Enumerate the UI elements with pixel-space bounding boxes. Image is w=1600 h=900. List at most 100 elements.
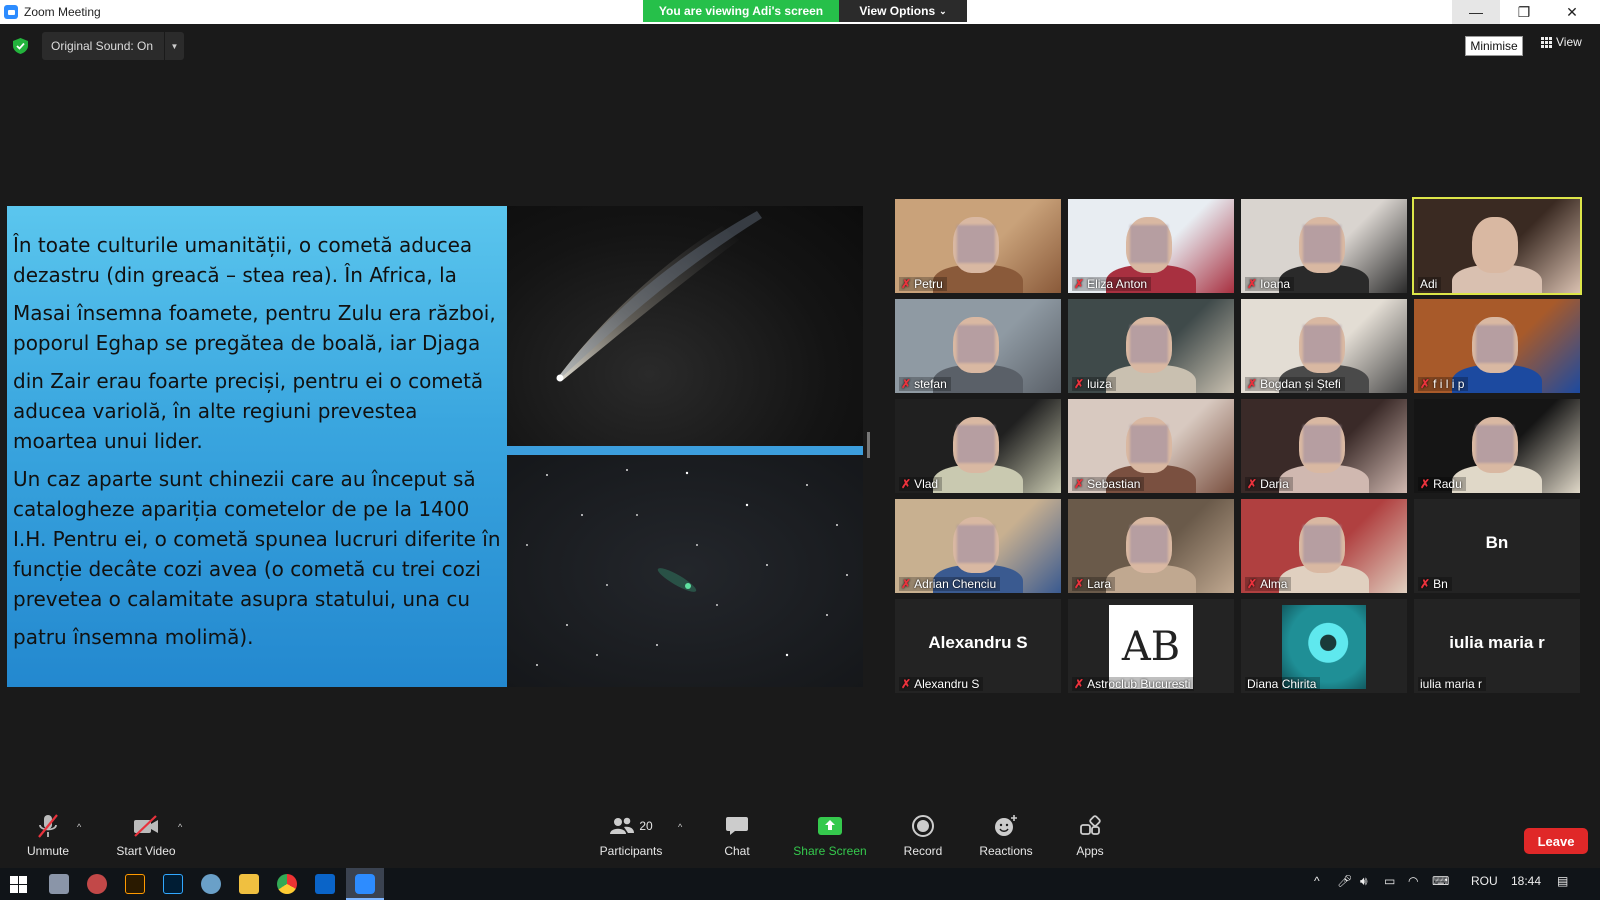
leave-button[interactable]: Leave: [1524, 828, 1588, 854]
photoshop-taskbar-icon[interactable]: [163, 874, 183, 894]
view-options-button[interactable]: View Options ⌄: [839, 0, 967, 22]
window-minimize-button[interactable]: —: [1452, 0, 1500, 24]
privacy-blur: [1303, 225, 1341, 263]
reactions-button[interactable]: Reactions: [976, 812, 1036, 868]
calculator-taskbar-icon[interactable]: [49, 874, 69, 894]
participant-name: Adrian Chenciu: [914, 577, 997, 591]
volume-icon[interactable]: 🔊︎: [1360, 874, 1368, 889]
slide-paragraph: patru însemna molimă).: [13, 625, 254, 649]
participant-face: [1472, 217, 1518, 273]
zoom-taskbar-button[interactable]: [346, 868, 384, 900]
participant-name: Vlad: [914, 477, 939, 491]
participant-name: stefan: [914, 377, 947, 391]
privacy-blur: [1303, 325, 1341, 363]
muted-mic-icon: ✗: [1074, 377, 1085, 391]
muted-mic-icon: ✗: [1074, 577, 1085, 591]
participant-tile[interactable]: Adi: [1412, 197, 1582, 295]
participant-name: Daria: [1260, 477, 1289, 491]
participant-name-label: ✗ Vlad: [899, 477, 943, 491]
participant-tile[interactable]: Bn ✗ Bn: [1414, 499, 1580, 593]
chat-button[interactable]: Chat: [717, 812, 757, 868]
notifications-icon[interactable]: ▤: [1557, 874, 1568, 888]
muted-mic-icon: ✗: [1074, 477, 1085, 491]
participant-name-label: ✗ Sebastian: [1072, 477, 1145, 491]
participant-tile[interactable]: ✗ Eliza Anton: [1068, 199, 1234, 293]
participant-tile[interactable]: ✗ Adrian Chenciu: [895, 499, 1061, 593]
privacy-blur: [957, 425, 995, 463]
zoom-taskbar-icon: [355, 874, 375, 894]
slide-paragraph: Un caz aparte sunt chinezii care au înce…: [13, 467, 501, 611]
wifi-icon[interactable]: ◠: [1408, 874, 1418, 888]
chevron-up-icon[interactable]: ^: [1314, 874, 1320, 888]
chrome-taskbar-icon[interactable]: [277, 874, 297, 894]
participant-display-name: iulia maria r: [1449, 633, 1545, 652]
slide-paragraph: În toate culturile umanității, o cometă …: [13, 233, 473, 287]
participant-tile[interactable]: ✗ Petru: [895, 199, 1061, 293]
participant-name-label: ✗ Alma: [1245, 577, 1292, 591]
apps-label: Apps: [1076, 844, 1104, 858]
participant-tile[interactable]: ✗ f i l i p: [1414, 299, 1580, 393]
microphone-tray-icon[interactable]: 🎤︎: [1337, 874, 1352, 888]
keyboard-icon[interactable]: ⌨: [1432, 874, 1449, 888]
participant-tile[interactable]: ✗ Ioana: [1241, 199, 1407, 293]
illustrator-taskbar-icon[interactable]: [125, 874, 145, 894]
privacy-blur: [957, 525, 995, 563]
participant-tile[interactable]: Alexandru S ✗ Alexandru S: [895, 599, 1061, 693]
participants-options-caret[interactable]: ^: [678, 822, 682, 832]
participant-name-label: ✗ Petru: [899, 277, 947, 291]
participant-tile[interactable]: ✗ stefan: [895, 299, 1061, 393]
participant-tile[interactable]: ✗ Daria: [1241, 399, 1407, 493]
muted-mic-icon: ✗: [1420, 477, 1431, 491]
clock[interactable]: 18:44: [1511, 874, 1541, 888]
participant-tile[interactable]: ✗ Radu: [1414, 399, 1580, 493]
participant-tile[interactable]: AB ✗ Astroclub Bucuresti: [1068, 599, 1234, 693]
paint-taskbar-icon[interactable]: [201, 874, 221, 894]
language-indicator[interactable]: ROU: [1471, 874, 1498, 888]
slide-paragraph: din Zair erau foarte preciși, pentru ei …: [13, 369, 484, 453]
window-restore-button[interactable]: ❐: [1500, 0, 1548, 24]
unmute-button[interactable]: Unmute: [22, 812, 74, 868]
participant-tile[interactable]: ✗ Bogdan și Ștefi: [1241, 299, 1407, 393]
app-taskbar-icon[interactable]: [87, 874, 107, 894]
share-screen-label: Share Screen: [793, 844, 867, 858]
participant-tile[interactable]: iulia maria r iulia maria r: [1414, 599, 1580, 693]
participant-tile[interactable]: ✗ Alma: [1241, 499, 1407, 593]
participant-tile[interactable]: ✗ luiza: [1068, 299, 1234, 393]
participant-name: Adi: [1420, 277, 1438, 291]
record-button[interactable]: Record: [900, 812, 946, 868]
chevron-down-icon[interactable]: ▼: [164, 32, 184, 60]
minimise-button[interactable]: Minimise: [1465, 36, 1523, 56]
original-sound-toggle[interactable]: Original Sound: On ▼: [42, 32, 184, 60]
participant-tile[interactable]: ✗ Sebastian: [1068, 399, 1234, 493]
window-close-button[interactable]: ✕: [1548, 0, 1596, 24]
participant-tile[interactable]: Diana Chirita: [1241, 599, 1407, 693]
unmute-label: Unmute: [26, 844, 70, 858]
slide-text: În toate culturile umanității, o cometă …: [13, 230, 507, 660]
participant-display-name: Bn: [1485, 533, 1509, 552]
encryption-shield-icon[interactable]: [13, 38, 28, 54]
participant-tile[interactable]: ✗ Lara: [1068, 499, 1234, 593]
windows-start-icon[interactable]: [10, 876, 27, 893]
start-video-button[interactable]: Start Video: [108, 812, 184, 868]
share-screen-button[interactable]: Share Screen: [789, 812, 871, 868]
window-title: Zoom Meeting: [24, 5, 101, 19]
apps-button[interactable]: Apps: [1069, 812, 1111, 868]
video-options-caret[interactable]: ^: [178, 822, 182, 832]
participant-name-label: Adi: [1418, 277, 1442, 291]
participant-name-label: ✗ stefan: [899, 377, 951, 391]
participant-name-label: ✗ Eliza Anton: [1072, 277, 1152, 291]
view-button[interactable]: View: [1541, 35, 1582, 49]
muted-mic-icon: ✗: [1420, 577, 1431, 591]
participants-count: 20: [639, 819, 653, 833]
start-video-label: Start Video: [116, 844, 176, 858]
audio-options-caret[interactable]: ^: [77, 822, 81, 832]
split-resize-handle[interactable]: [867, 432, 870, 458]
file-explorer-taskbar-icon[interactable]: [239, 874, 259, 894]
chevron-down-icon: ⌄: [939, 5, 947, 16]
participant-name-label: ✗ Astroclub Bucuresti: [1072, 677, 1195, 691]
participants-button[interactable]: 20 Participants: [591, 812, 671, 868]
outlook-taskbar-icon[interactable]: [315, 874, 335, 894]
battery-icon[interactable]: ▭: [1384, 874, 1395, 888]
participant-tile[interactable]: ✗ Vlad: [895, 399, 1061, 493]
participant-name: Lara: [1087, 577, 1112, 591]
